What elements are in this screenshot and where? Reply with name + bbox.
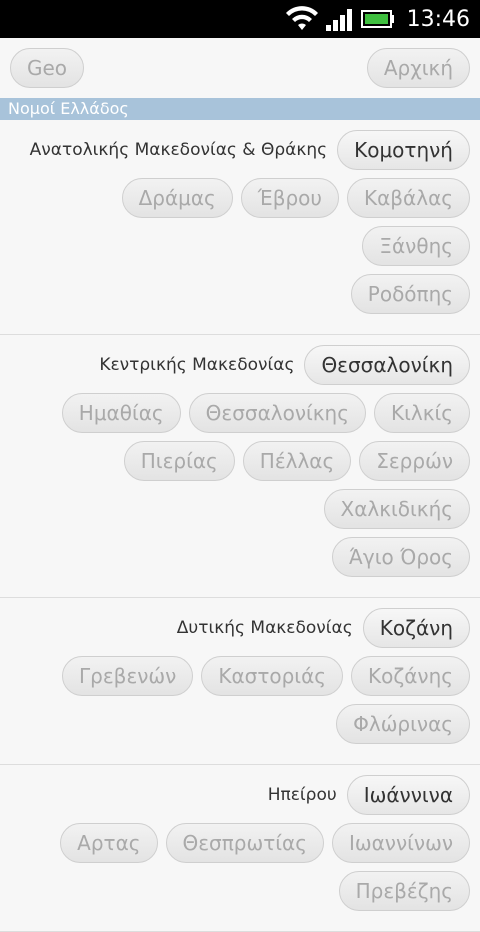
region-label: Κεντρικής Μακεδονίας (99, 355, 295, 375)
prefecture-button[interactable]: Χαλκιδικής (323, 489, 470, 529)
prefecture-button[interactable]: Γρεβενών (62, 656, 194, 696)
status-bar: 13:46 (0, 0, 480, 38)
region-group: Κεντρικής Μακεδονίας Θεσσαλονίκη Ημαθίας… (0, 335, 480, 598)
prefecture-button[interactable]: Θεσπρωτίας (165, 823, 324, 863)
prefecture-button[interactable]: Σερρών (359, 441, 470, 481)
prefecture-button[interactable]: Ροδόπης (350, 274, 470, 314)
prefecture-button[interactable]: Πιερίας (123, 441, 235, 481)
prefecture-button[interactable]: Ημαθίας (61, 393, 181, 433)
prefecture-button[interactable]: Κιλκίς (373, 393, 470, 433)
prefecture-button[interactable]: Αρτας (60, 823, 158, 863)
capital-button[interactable]: Κομοτηνή (337, 130, 470, 170)
status-time: 13:46 (406, 6, 470, 32)
region-list: Ανατολικής Μακεδονίας & Θράκης Κομοτηνή … (0, 120, 480, 932)
prefecture-button[interactable]: Δράμας (121, 178, 233, 218)
prefecture-button[interactable]: Καβάλας (346, 178, 470, 218)
region-label: Ηπείρου (267, 785, 337, 805)
signal-icon (325, 9, 352, 31)
home-button[interactable]: Αρχική (366, 48, 470, 88)
prefecture-button[interactable]: Θεσσαλονίκης (188, 393, 366, 433)
prefecture-button[interactable]: Καστοριάς (201, 656, 343, 696)
region-label: Δυτικής Μακεδονίας (176, 618, 353, 638)
region-group: Δυτικής Μακεδονίας Κοζάνη Γρεβενών Καστο… (0, 598, 480, 765)
capital-button[interactable]: Θεσσαλονίκη (304, 345, 470, 385)
prefecture-button[interactable]: Κοζάνης (351, 656, 470, 696)
prefecture-button[interactable]: Ιωαννίνων (331, 823, 470, 863)
prefecture-button[interactable]: Έβρου (240, 178, 339, 218)
battery-icon (360, 10, 394, 28)
top-bar: Geo Αρχική (0, 38, 480, 98)
prefecture-button[interactable]: Πέλλας (242, 441, 352, 481)
region-group: Ανατολικής Μακεδονίας & Θράκης Κομοτηνή … (0, 120, 480, 335)
geo-button[interactable]: Geo (10, 48, 85, 88)
prefecture-button[interactable]: Ξάνθης (362, 226, 470, 266)
prefecture-button[interactable]: Φλώρινας (336, 704, 470, 744)
capital-button[interactable]: Κοζάνη (362, 608, 470, 648)
prefecture-button[interactable]: Άγιο Όρος (332, 537, 470, 577)
capital-button[interactable]: Ιωάννινα (346, 775, 470, 815)
region-label: Ανατολικής Μακεδονίας & Θράκης (29, 140, 328, 160)
region-group: Ηπείρου Ιωάννινα Αρτας Θεσπρωτίας Ιωαννί… (0, 765, 480, 932)
section-header: Νομοί Ελλάδος (0, 98, 480, 120)
wifi-icon (285, 6, 318, 30)
prefecture-button[interactable]: Πρεβέζης (338, 871, 470, 911)
